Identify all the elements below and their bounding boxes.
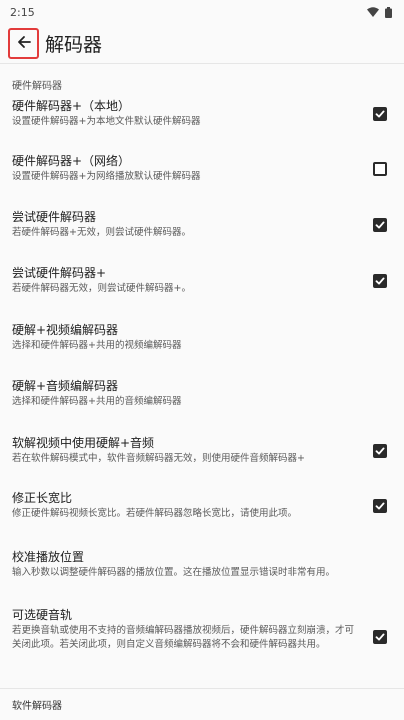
preference-title: 硬解+音频编解码器 [12,379,119,393]
section-header-hardware: 硬件解码器 [12,81,62,92]
preference-title: 修正长宽比 [12,491,73,505]
status-bar: 2:15 [0,0,404,24]
preference-summary: 选择和硬件解码器+共用的视频编解码器 [12,340,182,351]
preference-title: 硬件解码器+（网络） [12,154,131,168]
preference-summary: 若更换音轨或使用不支持的音频编解码器播放视频后，硬件解码器立刻崩溃，才可关闭此项… [12,625,355,650]
preference-item[interactable]: 尝试硬件解码器若硬件解码器+无效，则尝试硬件解码器。 [0,209,404,265]
check-icon [375,633,385,641]
preference-checkbox[interactable] [373,162,387,176]
preference-item[interactable]: 硬件解码器+（本地） 设置硬件解码器+为本地文件默认硬件解码器 [0,98,404,153]
preference-checkbox[interactable] [373,444,387,458]
preference-summary: 若硬件解码器无效，则尝试硬件解码器+。 [12,283,191,294]
preference-item[interactable]: 硬件解码器+（网络） 设置硬件解码器+为网络播放默认硬件解码器 [0,153,404,209]
preference-checkbox[interactable] [373,274,387,288]
preference-item[interactable]: 软解视频中使用硬解+音频若在软件解码模式中，软件音频解码器无效，则使用硬件音频解… [0,435,404,490]
arrow-left-icon [16,34,32,54]
check-icon [375,110,385,118]
preference-summary: 选择和硬件解码器+共用的音频编解码器 [12,396,182,407]
check-icon [375,502,385,510]
app-bar: 解码器 [0,24,404,64]
preference-item[interactable]: 修正长宽比修正硬件解码视频长宽比。若硬件解码器忽略长宽比，请使用此项。 [0,490,404,549]
status-time: 2:15 [10,5,35,19]
preference-item[interactable]: 硬解+视频编解码器选择和硬件解码器+共用的视频编解码器 [0,322,404,378]
status-icons [367,6,392,18]
preference-checkbox[interactable] [373,499,387,513]
preference-checkbox[interactable] [373,107,387,121]
wifi-icon [367,7,379,17]
preference-checkbox[interactable] [373,630,387,644]
check-icon [375,447,385,455]
battery-icon [385,6,392,18]
preference-summary: 设置硬件解码器+为网络播放默认硬件解码器 [12,171,201,182]
preference-item[interactable]: 硬解+音频编解码器选择和硬件解码器+共用的音频编解码器 [0,378,404,435]
preference-title: 可选硬音轨 [12,608,73,622]
preference-summary: 若硬件解码器+无效，则尝试硬件解码器。 [12,227,191,238]
preference-summary: 若在软件解码模式中，软件音频解码器无效，则使用硬件音频解码器+ [12,453,305,464]
section-header-software: 软件解码器 [0,688,404,712]
back-button[interactable] [8,28,39,59]
preference-summary: 修正硬件解码视频长宽比。若硬件解码器忽略长宽比，请使用此项。 [12,508,298,519]
preference-title: 尝试硬件解码器 [12,210,97,224]
page-title: 解码器 [45,34,103,56]
preference-summary: 设置硬件解码器+为本地文件默认硬件解码器 [12,116,201,127]
preference-title: 硬解+视频编解码器 [12,323,119,337]
preference-summary: 输入秒数以调整硬件解码器的播放位置。这在播放位置显示错误时非常有用。 [12,567,336,578]
check-icon [375,277,385,285]
check-icon [375,221,385,229]
preference-item[interactable]: 尝试硬件解码器+ 若硬件解码器无效，则尝试硬件解码器+。 [0,265,404,322]
preference-title: 校准播放位置 [12,550,85,564]
preference-checkbox[interactable] [373,218,387,232]
preference-title: 软解视频中使用硬解+音频 [12,436,155,450]
preference-title: 尝试硬件解码器+ [12,266,107,280]
preference-item[interactable]: 可选硬音轨若更换音轨或使用不支持的音频编解码器播放视频后，硬件解码器立刻崩溃，才… [0,607,404,677]
preference-list: 硬件解码器+（本地） 设置硬件解码器+为本地文件默认硬件解码器 硬件解码器+（网络）… [0,98,404,677]
preference-item[interactable]: 校准播放位置输入秒数以调整硬件解码器的播放位置。这在播放位置显示错误时非常有用。 [0,549,404,607]
preference-title: 硬件解码器+（本地） [12,99,131,113]
